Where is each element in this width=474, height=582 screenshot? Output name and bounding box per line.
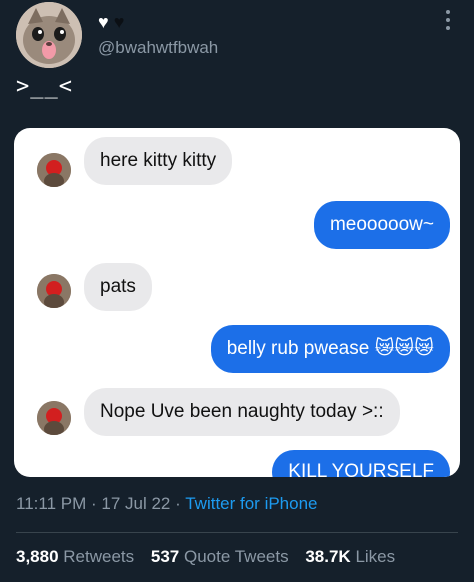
user-handle[interactable]: @bwahwtfbwah (98, 38, 218, 58)
quotes-count: 537 (150, 547, 180, 566)
chat-avatar-icon (37, 274, 71, 308)
tweet-text: >__< (16, 74, 73, 99)
chat-screenshot-image[interactable]: here kitty kitty meooooow~ pats belly ru… (14, 128, 460, 477)
meta-separator: · (90, 494, 97, 513)
divider (16, 532, 458, 533)
more-vertical-icon[interactable] (446, 10, 452, 34)
quotes-label: Quote Tweets (184, 547, 289, 566)
white-heart-icon: ♥ (98, 12, 109, 32)
chat-avatar-icon (37, 153, 71, 187)
cat-avatar-image (16, 2, 82, 68)
likes-stat[interactable]: 38.7K Likes (305, 547, 395, 566)
tweet-date[interactable]: 17 Jul 22 (101, 494, 170, 513)
tweet-time[interactable]: 11:11 PM (16, 494, 86, 513)
meta-separator: · (175, 494, 181, 513)
retweets-stat[interactable]: 3,880 Retweets (16, 547, 134, 566)
chat-avatar-icon (37, 401, 71, 435)
message-bubble-outgoing: belly rub pwease 😿😿😿 (210, 325, 450, 373)
message-bubble-incoming: here kitty kitty (84, 137, 233, 185)
tweet-source-link[interactable]: Twitter for iPhone (185, 494, 317, 513)
quote-tweets-stat[interactable]: 537 Quote Tweets (151, 547, 289, 566)
message-bubble-incoming: Nope Uve been naughty today >:: (84, 388, 400, 436)
message-bubble-outgoing: KILL YOURSELF (272, 450, 450, 477)
message-bubble-incoming: pats (84, 263, 152, 311)
black-heart-icon: ♥ (113, 12, 125, 32)
retweets-count: 3,880 (16, 547, 59, 566)
hearts-display: ♥ ♥ (98, 12, 124, 32)
tweet-timestamp: 11:11 PM · 17 Jul 22 · Twitter for iPhon… (16, 494, 318, 514)
tweet-stats: 3,880 Retweets 537 Quote Tweets 38.7K Li… (16, 547, 407, 567)
likes-count: 38.7K (305, 547, 351, 566)
likes-label: Likes (355, 547, 396, 566)
profile-avatar[interactable] (16, 2, 82, 68)
message-bubble-outgoing: meooooow~ (313, 201, 450, 249)
retweets-label: Retweets (63, 547, 135, 566)
